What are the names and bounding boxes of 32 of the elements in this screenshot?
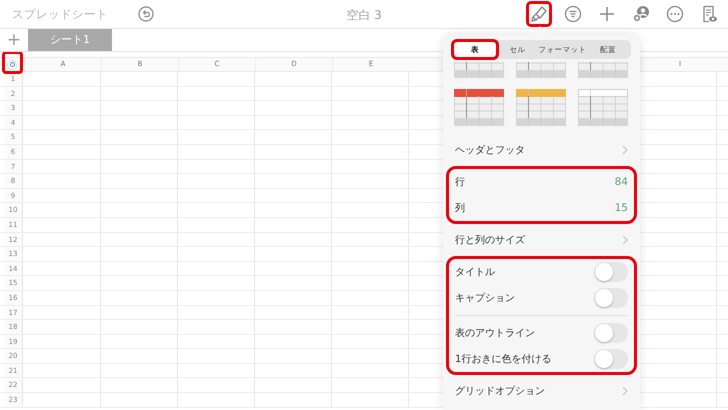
setting-label: キャプション [455, 292, 515, 305]
table-style-thumbnail[interactable] [578, 89, 628, 126]
menu-item-label[interactable]: グリッドオプション [455, 384, 545, 398]
chevron-icon [622, 145, 628, 155]
setting-label: 列 [455, 202, 465, 215]
chevron-icon [622, 235, 628, 245]
list-circle-button[interactable] [564, 5, 582, 23]
document-title: 空白 3 [346, 8, 382, 22]
stepper-value[interactable]: 15 [614, 202, 628, 214]
menu-item-label[interactable]: ヘッダとフッタ [455, 143, 525, 157]
stepper-value[interactable]: 84 [614, 176, 628, 188]
sheet-tab[interactable]: シート1 [28, 29, 112, 51]
setting-label: 行 [455, 176, 465, 189]
chevron-icon [622, 386, 628, 396]
table-style-thumbnail[interactable] [516, 89, 566, 126]
toggle-switch[interactable] [594, 349, 628, 369]
toggle-switch[interactable] [594, 262, 628, 282]
more-button[interactable] [666, 5, 684, 23]
paintbrush-button[interactable] [526, 1, 552, 27]
add-sheet-button[interactable]: + [0, 29, 28, 51]
toggle-switch[interactable] [594, 323, 628, 343]
back-link[interactable]: スプレッドシート [12, 6, 108, 22]
setting-label: タイトル [455, 266, 495, 279]
select-table-button[interactable] [7, 60, 17, 70]
setting-label: 表のアウトライン [455, 326, 535, 340]
toggle-switch[interactable] [594, 288, 628, 308]
plus-button[interactable] [598, 5, 616, 23]
person-plus-button[interactable] [632, 5, 650, 23]
menu-item-label[interactable]: 行と列のサイズ [455, 233, 525, 247]
setting-label: 1行おきに色を付ける [455, 353, 552, 366]
undo-icon[interactable] [138, 6, 154, 22]
table-style-thumbnail[interactable] [454, 89, 504, 126]
